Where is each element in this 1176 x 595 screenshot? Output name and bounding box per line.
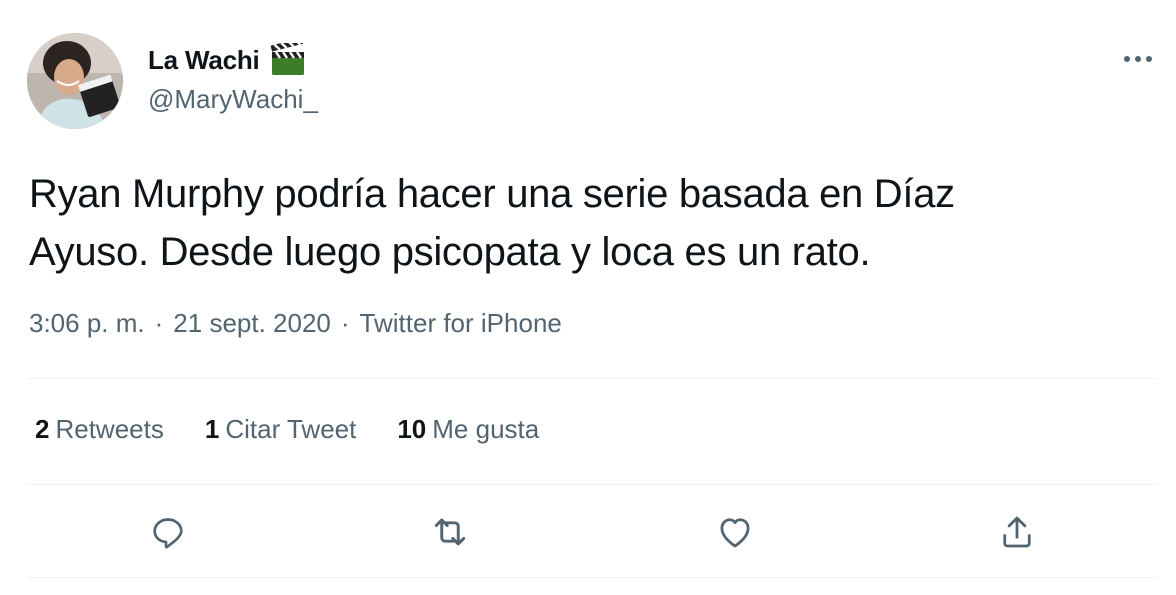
avatar[interactable] bbox=[27, 33, 123, 129]
user-name-row: La Wachi bbox=[148, 37, 306, 78]
tweet-stats: 2 Retweets 1 Citar Tweet 10 Me gusta bbox=[35, 414, 580, 445]
tweet-card: La Wachi @MaryWachi_ Ryan Murphy podría … bbox=[0, 0, 1176, 595]
user-handle[interactable]: @MaryWachi_ bbox=[148, 84, 318, 115]
tweet-text-line-2: Ayuso. Desde luego psicopata y loca es u… bbox=[29, 230, 871, 274]
quote-tweets-label: Citar Tweet bbox=[225, 414, 357, 444]
reply-button[interactable] bbox=[141, 505, 195, 559]
retweets-stat[interactable]: 2 Retweets bbox=[35, 414, 164, 445]
divider bbox=[27, 577, 1158, 578]
display-name[interactable]: La Wachi bbox=[148, 45, 260, 76]
tweet-actions bbox=[27, 505, 1158, 559]
quote-tweets-stat[interactable]: 1 Citar Tweet bbox=[205, 414, 356, 445]
retweets-label: Retweets bbox=[55, 414, 164, 444]
meta-separator: · bbox=[340, 308, 350, 338]
tweet-source[interactable]: Twitter for iPhone bbox=[360, 308, 562, 339]
heart-icon bbox=[720, 518, 750, 548]
like-button[interactable] bbox=[708, 505, 762, 559]
tweet-time[interactable]: 3:06 p. m. bbox=[29, 308, 145, 339]
quote-tweets-count: 1 bbox=[204, 414, 220, 444]
likes-label: Me gusta bbox=[432, 414, 540, 444]
retweet-button[interactable] bbox=[423, 505, 477, 559]
tweet-meta: 3:06 p. m. · 21 sept. 2020 · Twitter for… bbox=[29, 308, 562, 339]
tweet-date[interactable]: 21 sept. 2020 bbox=[173, 308, 331, 339]
meta-separator: · bbox=[154, 308, 164, 338]
tweet-text-line-1: Ryan Murphy podría hacer una serie basad… bbox=[29, 172, 955, 216]
reply-icon bbox=[153, 518, 183, 549]
tweet-text: Ryan Murphy podría hacer una serie basad… bbox=[29, 165, 1139, 281]
more-dots-icon bbox=[1124, 56, 1152, 62]
likes-stat[interactable]: 10 Me gusta bbox=[397, 414, 539, 445]
divider bbox=[27, 484, 1158, 485]
likes-count: 10 bbox=[397, 414, 427, 444]
divider bbox=[27, 378, 1158, 379]
retweets-count: 2 bbox=[35, 414, 50, 444]
share-icon bbox=[1003, 516, 1031, 548]
retweet-icon bbox=[434, 518, 466, 546]
clapper-board-emoji-icon bbox=[270, 37, 306, 77]
share-button[interactable] bbox=[990, 505, 1044, 559]
more-options-button[interactable] bbox=[1120, 44, 1156, 74]
